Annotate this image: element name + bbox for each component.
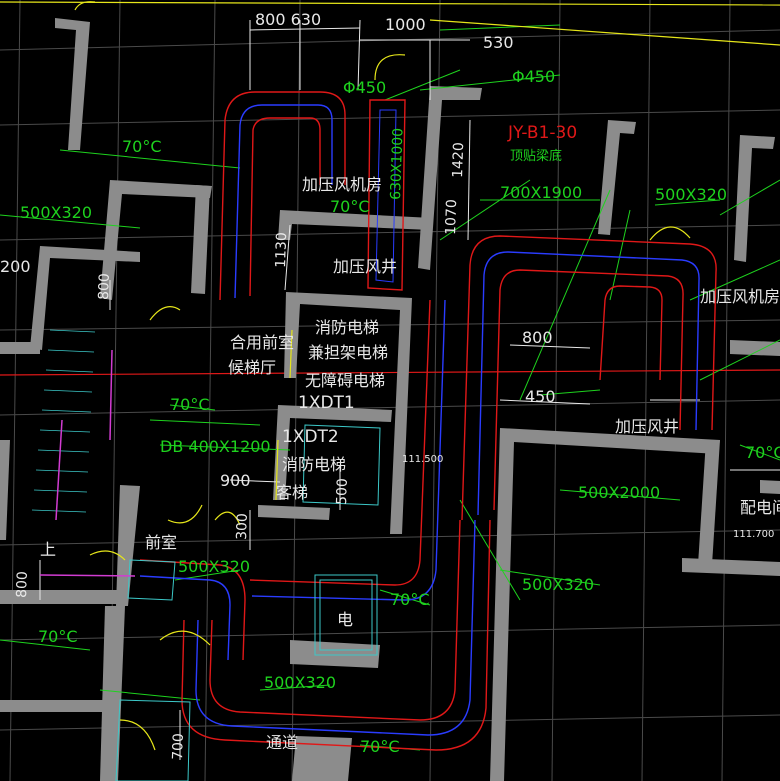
duct-500x320-left: 500X320 (20, 203, 92, 222)
room-press-fan-1: 加压风机房 (302, 175, 382, 194)
duct-630x1000: 630X1000 (388, 128, 407, 200)
axis-line (0, 369, 780, 376)
room-elec: 电 (337, 610, 353, 629)
room-fire-elev-1: 消防电梯 (315, 318, 379, 337)
dim-800-left: 800 (96, 273, 113, 300)
room-fire-elev-4: 消防电梯 (282, 455, 346, 474)
temp-70-e: 70°C (390, 590, 430, 609)
room-press-shaft-1: 加压风井 (333, 257, 397, 276)
dim-500: 500 (334, 478, 351, 505)
phi450-a: Φ450 (343, 78, 386, 97)
dim-700: 700 (170, 733, 187, 760)
dim-1070: 1070 (443, 199, 460, 235)
level-111700: 111.700 (733, 529, 774, 540)
temp-70-d: 70°C (745, 443, 780, 462)
duct-500x320-bottom: 500X320 (264, 673, 336, 692)
up-sign: 上 (40, 540, 56, 559)
stair-arrow-2 (109, 349, 113, 441)
floor-plan-svg: 800 630 1000 530 Φ450 Φ450 JY-B1-30 顶贴梁底… (0, 0, 780, 781)
duct-500x320-mid: 500X320 (178, 557, 250, 576)
temp-70-c: 70°C (170, 395, 210, 414)
code-1xdt1: 1XDT1 (298, 393, 355, 413)
phi450-b: Φ450 (512, 67, 555, 86)
level-111500: 111.500 (402, 454, 443, 465)
temp-70-g: 70°C (360, 737, 400, 756)
room-passenger: 客梯 (276, 483, 308, 502)
room-shared-lobby-1: 合用前室 (230, 333, 294, 352)
stair-arrow (55, 419, 63, 521)
dim-800-630: 800 630 (255, 10, 321, 29)
room-corridor: 通道 (266, 733, 298, 752)
stair-arrow-3 (39, 574, 136, 577)
room-fire-elev-3: 无障碍电梯 (305, 371, 385, 390)
room-press-fan-2: 加压风机房 (700, 287, 780, 306)
beam-code: JY-B1-30 (507, 123, 577, 143)
dim-1000: 1000 (385, 15, 426, 34)
dim-200: 200 (0, 257, 31, 276)
duct-500x320-lower: 500X320 (522, 575, 594, 594)
code-1xdt2: 1XDT2 (282, 427, 339, 447)
duct-700x1900: 700X1900 (500, 183, 582, 202)
dim-530: 530 (483, 33, 514, 52)
cad-drawing-canvas: 800 630 1000 530 Φ450 Φ450 JY-B1-30 顶贴梁底… (0, 0, 780, 781)
temp-70-b: 70°C (330, 197, 370, 216)
damper-db: DB 400X1200 (160, 437, 271, 456)
duct-500x2000: 500X2000 (578, 483, 660, 502)
temp-70-a: 70°C (122, 137, 162, 156)
dim-300: 300 (234, 513, 251, 540)
room-press-shaft-2: 加压风井 (615, 417, 679, 436)
room-shared-lobby-2: 候梯厅 (228, 358, 276, 377)
dimension-lines (39, 19, 780, 760)
room-power: 配电间 (740, 498, 780, 517)
dim-1420: 1420 (450, 142, 467, 178)
beam-bottom: 顶贴梁底 (510, 148, 562, 164)
dim-800-bl: 800 (14, 571, 31, 598)
temp-70-f: 70°C (38, 627, 78, 646)
dim-450: 450 (525, 387, 556, 406)
duct-500x320-right: 500X320 (655, 185, 727, 204)
dim-900: 900 (220, 471, 251, 490)
room-fire-elev-2: 兼担架电梯 (308, 343, 388, 362)
room-anteroom: 前室 (145, 533, 177, 552)
stairs (31, 329, 96, 513)
dim-800-mid: 800 (522, 328, 553, 347)
dim-1130: 1130 (273, 232, 290, 268)
